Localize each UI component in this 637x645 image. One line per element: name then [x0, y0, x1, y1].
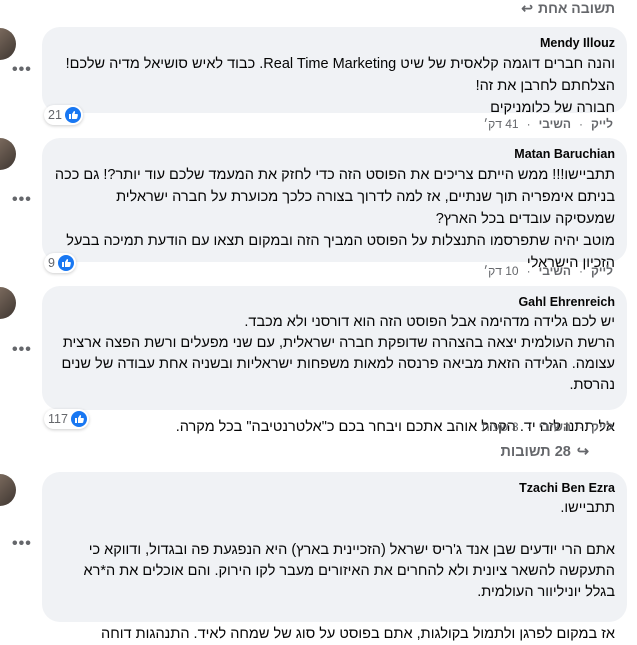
comment-author[interactable]: Gahl Ehrenreich — [54, 294, 615, 310]
comment-author[interactable]: Tzachi Ben Ezra — [54, 480, 615, 496]
comment-author[interactable]: Mendy Illouz — [54, 35, 615, 51]
reaction-count-badge[interactable]: 117 — [44, 409, 89, 429]
reply-link[interactable]: השיבי — [539, 116, 571, 132]
thumbs-up-icon — [64, 107, 81, 123]
comment-actions: לייק · השיבי · 3 שעות — [481, 419, 613, 435]
comment-timestamp[interactable]: 3 שעות — [481, 419, 518, 435]
reaction-count: 117 — [48, 412, 68, 426]
more-options-icon[interactable]: ••• — [12, 536, 32, 552]
avatar[interactable] — [0, 474, 16, 506]
reaction-count: 21 — [48, 108, 62, 122]
reply-link[interactable]: השיבי — [539, 419, 571, 435]
like-link[interactable]: לייק — [591, 263, 613, 279]
comment-text: והנה חברים דוגמה קלאסית של שיט Real Time… — [65, 56, 615, 116]
thumbs-up-icon — [70, 411, 87, 427]
reply-link[interactable]: השיבי — [539, 263, 571, 279]
comment-bubble: Gahl Ehrenreich יש לכם גלידה מדהימה אבל … — [42, 286, 627, 435]
more-options-icon[interactable]: ••• — [12, 62, 32, 78]
avatar[interactable] — [0, 28, 16, 60]
replies-label: תשובה אחת — [538, 0, 615, 16]
like-link[interactable]: לייק — [591, 419, 613, 435]
comment-bubble: Matan Baruchian תתביישו!!! ממש הייתם צרי… — [42, 138, 627, 271]
replies-label: 28 תשובות — [500, 444, 571, 460]
comment-actions: לייק · השיבי · 10 דק׳ — [483, 263, 613, 279]
view-replies-link[interactable]: ↪ 28 תשובות — [500, 443, 589, 461]
reply-arrow-icon: ↪ — [576, 444, 589, 460]
reaction-count-badge[interactable]: 9 — [44, 253, 76, 273]
comment-timestamp[interactable]: 41 דק׳ — [484, 116, 519, 132]
comment-text: תתביישו. אתם הרי יודעים שבן אנד ג'ריס יש… — [83, 500, 615, 642]
reply-arrow-icon: ↩ — [521, 0, 534, 16]
comment-actions: לייק · השיבי · 41 דק׳ — [483, 116, 613, 132]
reaction-count-badge[interactable]: 21 — [44, 105, 83, 125]
avatar[interactable] — [0, 138, 16, 170]
comment-text: תתביישו!!! ממש הייתם צריכים את הפוסט הזה… — [54, 167, 615, 271]
comment-bubble: Mendy Illouz והנה חברים דוגמה קלאסית של … — [42, 27, 627, 116]
like-link[interactable]: לייק — [591, 116, 613, 132]
view-replies-link[interactable]: תשובה אחת ↩ — [521, 0, 615, 16]
comment-author[interactable]: Matan Baruchian — [54, 146, 615, 162]
avatar[interactable] — [0, 287, 16, 319]
comment-timestamp[interactable]: 10 דק׳ — [484, 263, 519, 279]
more-options-icon[interactable]: ••• — [12, 192, 32, 208]
reaction-count: 9 — [48, 256, 55, 270]
thumbs-up-icon — [57, 255, 74, 271]
comment-bubble: Tzachi Ben Ezra תתביישו. אתם הרי יודעים … — [42, 472, 627, 642]
more-options-icon[interactable]: ••• — [12, 342, 32, 358]
